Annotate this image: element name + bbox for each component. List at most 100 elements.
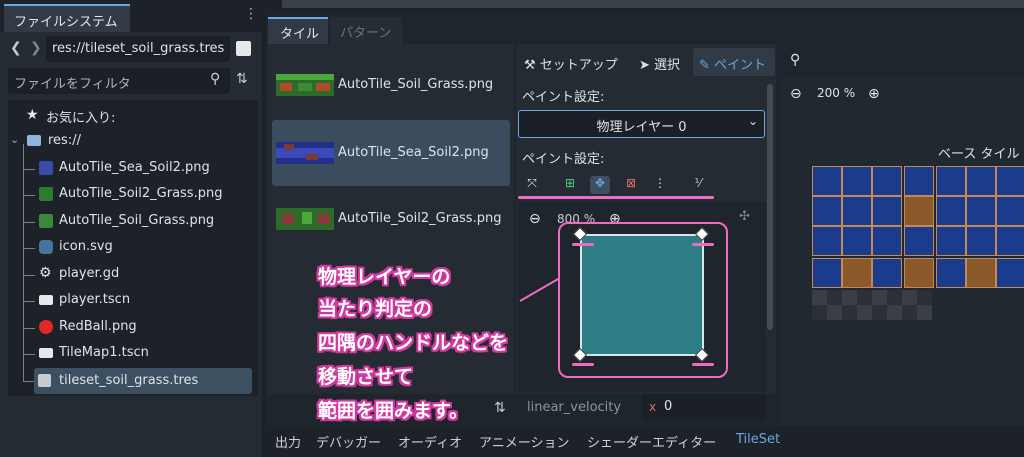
atlas-tile[interactable] bbox=[996, 258, 1024, 288]
atlas-tile[interactable] bbox=[936, 226, 966, 256]
property-value-field[interactable] bbox=[642, 394, 766, 420]
transparent-cell bbox=[842, 290, 857, 305]
zoom-in-icon[interactable]: ⊕ bbox=[868, 86, 880, 102]
atlas-tile[interactable] bbox=[842, 258, 872, 288]
atlas-tile-grid[interactable] bbox=[812, 166, 1024, 320]
atlas-tile[interactable] bbox=[904, 166, 934, 196]
tree-item-favorites[interactable]: ★ お気に入り: bbox=[8, 102, 258, 128]
tab-tiles[interactable]: タイル bbox=[268, 17, 328, 44]
atlas-tile[interactable] bbox=[996, 166, 1024, 196]
atlas-tile[interactable] bbox=[842, 196, 872, 226]
file-filter-input[interactable]: ファイルをフィルタ bbox=[8, 68, 230, 94]
annotation-handle-marker bbox=[692, 243, 714, 246]
forward-arrow-icon[interactable]: ❯ bbox=[30, 40, 42, 56]
select-tool[interactable]: ➤ 選択 bbox=[639, 54, 680, 73]
transparent-cell bbox=[842, 305, 857, 320]
paint-tool[interactable]: ✎ ペイント bbox=[693, 48, 775, 76]
tree-item-file[interactable]: AutoTile_Soil2_Grass.png bbox=[8, 181, 258, 207]
atlas-source-item[interactable]: AutoTile_Soil2_Grass.png bbox=[272, 186, 510, 252]
atlas-tile[interactable] bbox=[872, 226, 902, 256]
tree-item-file[interactable]: ⚙ player.gd bbox=[8, 261, 258, 287]
transparent-cell bbox=[887, 305, 902, 320]
atlas-tile[interactable] bbox=[996, 226, 1024, 256]
atlas-tile[interactable] bbox=[904, 258, 934, 288]
search-icon[interactable]: ⚲ bbox=[210, 71, 220, 87]
property-value[interactable]: 0 bbox=[664, 399, 672, 414]
setup-tool[interactable]: ⚒ セットアップ bbox=[524, 54, 618, 73]
settings-scrollbar[interactable] bbox=[767, 84, 773, 330]
back-arrow-icon[interactable]: ❮ bbox=[10, 40, 22, 56]
tree-item-res-root[interactable]: ⌄ res:// bbox=[8, 128, 258, 154]
transparent-cell bbox=[857, 305, 872, 320]
atlas-tile[interactable] bbox=[966, 166, 996, 196]
tree-item-label: RedBall.png bbox=[59, 319, 137, 334]
atlas-tile[interactable] bbox=[812, 258, 842, 288]
atlas-tile[interactable] bbox=[812, 226, 842, 256]
atlas-tile[interactable] bbox=[966, 226, 996, 256]
base-tiles-label: ベース タイル bbox=[938, 147, 1020, 162]
annotation-line: 四隅のハンドルなどを bbox=[318, 332, 509, 354]
tree-item-file-selected[interactable]: tileset_soil_grass.tres bbox=[34, 368, 252, 394]
atlas-source-label: AutoTile_Soil2_Grass.png bbox=[338, 211, 502, 226]
atlas-source-item[interactable]: AutoTile_Soil_Grass.png bbox=[272, 52, 510, 118]
atlas-tile[interactable] bbox=[872, 258, 902, 288]
path-field[interactable]: res://tileset_soil_grass.tres bbox=[46, 36, 230, 62]
tab-filesystem[interactable]: ファイルシステム bbox=[4, 4, 130, 32]
toggle-split-view-button[interactable] bbox=[236, 41, 251, 56]
atlas-thumbnail bbox=[276, 142, 334, 164]
atlas-tile[interactable] bbox=[872, 196, 902, 226]
wrench-icon: ⚒ bbox=[524, 58, 536, 73]
atlas-tile[interactable] bbox=[936, 166, 966, 196]
atlas-tile[interactable] bbox=[872, 166, 902, 196]
add-point-icon[interactable]: ⊞ bbox=[560, 176, 580, 194]
bottom-tab-shader-editor[interactable]: シェーダーエディター bbox=[587, 432, 716, 451]
atlas-tile[interactable] bbox=[842, 166, 872, 196]
panel-menu-icon[interactable]: ⋮ bbox=[244, 6, 258, 26]
atlas-tile[interactable] bbox=[904, 226, 934, 256]
atlas-tile[interactable] bbox=[936, 196, 966, 226]
atlas-source-label: AutoTile_Soil_Grass.png bbox=[338, 77, 494, 92]
godot-icon bbox=[39, 240, 53, 254]
tab-patterns[interactable]: パターン bbox=[330, 17, 402, 44]
chevron-down-icon[interactable]: ⌄ bbox=[748, 114, 758, 128]
bottom-tab-output[interactable]: 出力 bbox=[275, 432, 301, 451]
atlas-tile[interactable] bbox=[996, 196, 1024, 226]
atlas-source-item-selected[interactable]: AutoTile_Sea_Soil2.png bbox=[272, 120, 510, 186]
atlas-thumbnail bbox=[276, 74, 334, 96]
zoom-out-icon[interactable]: ⊖ bbox=[529, 211, 541, 227]
pin-icon[interactable]: ⚲ bbox=[790, 52, 800, 68]
annotation-line: 範囲を囲みます。 bbox=[318, 400, 469, 422]
tree-item-label: player.gd bbox=[59, 266, 120, 281]
physics-layer-select[interactable]: 物理レイヤー 0 bbox=[518, 110, 765, 138]
image-icon bbox=[39, 214, 53, 228]
tree-item-file[interactable]: AutoTile_Soil_Grass.png bbox=[8, 208, 258, 234]
more-menu-icon[interactable]: ⋮ bbox=[650, 176, 670, 194]
center-view-icon[interactable]: ✣ bbox=[739, 209, 750, 224]
expand-icon[interactable]: ⤧ bbox=[522, 176, 542, 194]
tree-item-file[interactable]: player.tscn bbox=[8, 287, 258, 313]
atlas-tile[interactable] bbox=[966, 258, 996, 288]
zoom-out-icon[interactable]: ⊖ bbox=[790, 86, 802, 102]
atlas-tile[interactable] bbox=[936, 258, 966, 288]
delete-point-icon[interactable]: ⊠ bbox=[621, 176, 641, 194]
snap-icon[interactable]: ⅟ bbox=[688, 176, 708, 194]
tree-item-label: player.tscn bbox=[59, 292, 131, 307]
sort-icon[interactable]: ⇅ bbox=[236, 71, 248, 87]
collision-polygon[interactable] bbox=[580, 234, 704, 356]
bottom-tab-animation[interactable]: アニメーション bbox=[479, 432, 569, 451]
sort-icon[interactable]: ⇅ bbox=[494, 400, 506, 416]
tree-item-file[interactable]: TileMap1.tscn bbox=[8, 340, 258, 366]
atlas-tile[interactable] bbox=[842, 226, 872, 256]
bottom-tab-tileset[interactable]: TileSet bbox=[736, 432, 780, 447]
atlas-tile[interactable] bbox=[904, 196, 934, 226]
atlas-tile[interactable] bbox=[966, 196, 996, 226]
tree-item-file[interactable]: RedBall.png bbox=[8, 314, 258, 340]
bottom-tab-audio[interactable]: オーディオ bbox=[398, 432, 462, 451]
tree-item-file[interactable]: icon.svg bbox=[8, 234, 258, 260]
edit-points-icon[interactable]: ✥ bbox=[590, 176, 610, 194]
paintbrush-icon: ✎ bbox=[699, 58, 710, 73]
atlas-tile[interactable] bbox=[812, 166, 842, 196]
bottom-tab-debugger[interactable]: デバッガー bbox=[316, 432, 381, 451]
atlas-tile[interactable] bbox=[812, 196, 842, 226]
tree-item-file[interactable]: AutoTile_Sea_Soil2.png bbox=[8, 155, 258, 181]
